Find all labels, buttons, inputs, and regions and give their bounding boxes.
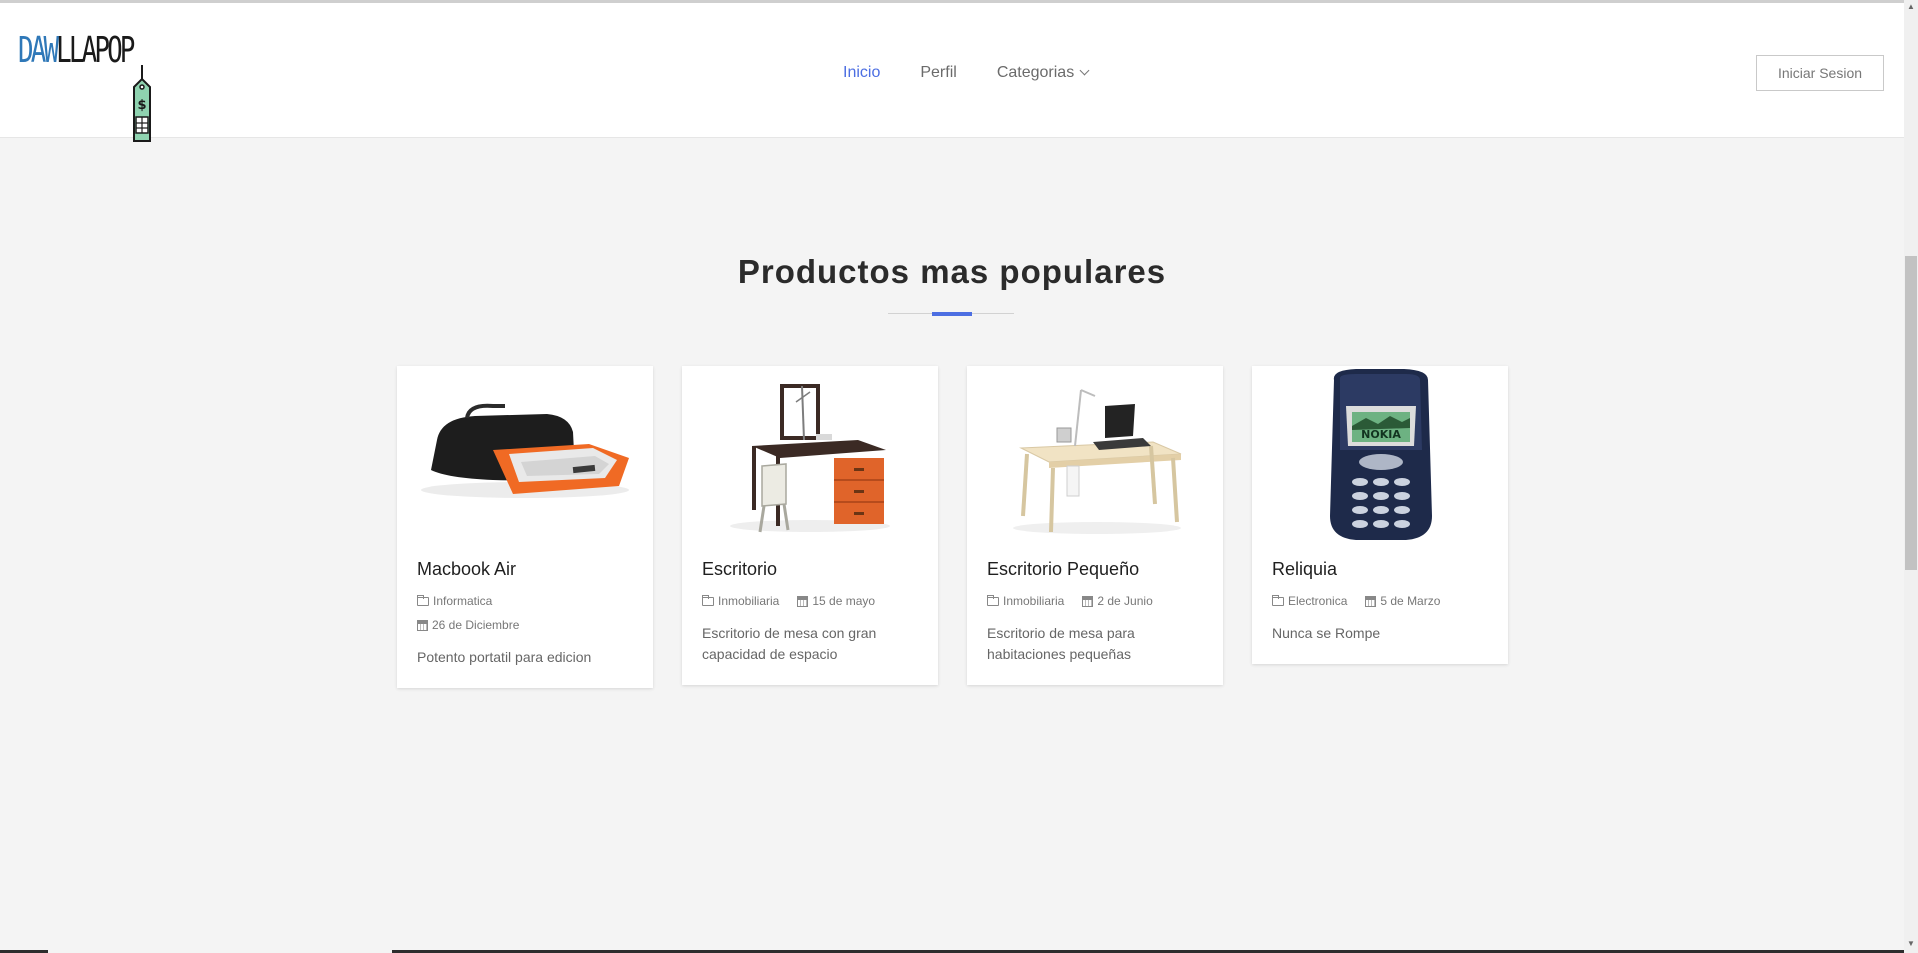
product-category: Informatica [417, 589, 615, 613]
login-button[interactable]: Iniciar Sesion [1756, 55, 1884, 91]
title-divider-accent [932, 312, 972, 316]
product-card-reliquia[interactable]: NOKIA Reliquia Electronica 5 de Marzo Nu… [1252, 366, 1508, 664]
nav-categorias[interactable]: Categorias [996, 64, 1090, 82]
product-category-label: Inmobiliaria [1003, 594, 1065, 608]
desk-icon [682, 366, 938, 542]
product-title[interactable]: Reliquia [1272, 558, 1488, 580]
product-description: Nunca se Rompe [1272, 625, 1381, 641]
product-date: 2 de Junio [1082, 589, 1153, 613]
product-description: Escritorio de mesa para habitaciones peq… [987, 625, 1135, 662]
nav-perfil[interactable]: Perfil [920, 64, 956, 82]
product-image[interactable] [682, 366, 938, 542]
folder-icon [987, 594, 999, 606]
product-date: 5 de Marzo [1365, 589, 1440, 613]
product-title[interactable]: Escritorio [702, 558, 918, 580]
site-header: DAWLLAPOP $ Inicio Perfil Categorias Ini… [0, 3, 1904, 142]
main-nav: Inicio Perfil Categorias [843, 61, 1128, 85]
nav-categorias-label: Categorias [996, 64, 1075, 81]
product-title[interactable]: Macbook Air [417, 558, 633, 580]
product-card-escritorio-pequeno[interactable]: Escritorio Pequeño Inmobiliaria 2 de Jun… [967, 366, 1223, 685]
product-date-label: 2 de Junio [1097, 594, 1153, 608]
laptop-bag-icon [397, 366, 653, 542]
calendar-icon [797, 595, 809, 607]
scroll-up-arrow-icon[interactable]: ▲ [1907, 3, 1915, 11]
product-category-label: Inmobiliaria [718, 594, 780, 608]
product-date-label: 26 de Diciembre [432, 618, 520, 632]
product-image[interactable] [397, 366, 653, 542]
product-category-label: Electronica [1288, 594, 1348, 608]
product-category-label: Informatica [433, 594, 493, 608]
chevron-down-icon [1079, 65, 1090, 76]
price-tag-icon: $ [133, 65, 151, 142]
site-logo[interactable]: DAWLLAPOP $ [18, 29, 158, 142]
folder-icon [702, 594, 714, 606]
product-date: 15 de mayo [797, 589, 875, 613]
nav-inicio[interactable]: Inicio [843, 64, 880, 82]
product-date-label: 5 de Marzo [1380, 594, 1441, 608]
calendar-icon [1365, 595, 1377, 607]
product-category: Electronica [1272, 589, 1347, 613]
product-image[interactable] [967, 366, 1223, 542]
logo-wordmark: DAWLLAPOP [18, 29, 135, 73]
tag-symbol: $ [137, 98, 146, 113]
folder-icon [1272, 594, 1284, 606]
folder-icon [417, 594, 429, 606]
product-category: Inmobiliaria [987, 589, 1064, 613]
calendar-icon [417, 619, 428, 631]
product-title[interactable]: Escritorio Pequeño [987, 558, 1203, 580]
scrollbar-thumb[interactable] [1905, 256, 1917, 570]
product-image[interactable]: NOKIA [1252, 366, 1508, 542]
scroll-down-arrow-icon[interactable]: ▼ [1907, 940, 1915, 948]
small-desk-icon [967, 366, 1223, 542]
product-description: Escritorio de mesa con gran capacidad de… [702, 625, 877, 662]
product-card-macbook[interactable]: Macbook Air Informatica 26 de Diciembre … [397, 366, 653, 688]
product-description: Potento portatil para edicion [417, 649, 592, 665]
logo-part-daw: DAW [18, 30, 59, 71]
calendar-icon [1082, 595, 1094, 607]
product-date-label: 15 de mayo [812, 594, 876, 608]
product-card-escritorio[interactable]: Escritorio Inmobiliaria 15 de mayo Escri… [682, 366, 938, 685]
section-title: Productos mas populares [737, 253, 1167, 290]
nokia-phone-icon: NOKIA [1252, 366, 1508, 542]
product-category: Inmobiliaria [702, 589, 779, 613]
product-date: 26 de Diciembre [417, 613, 615, 637]
phone-brand-text: NOKIA [1361, 428, 1401, 441]
